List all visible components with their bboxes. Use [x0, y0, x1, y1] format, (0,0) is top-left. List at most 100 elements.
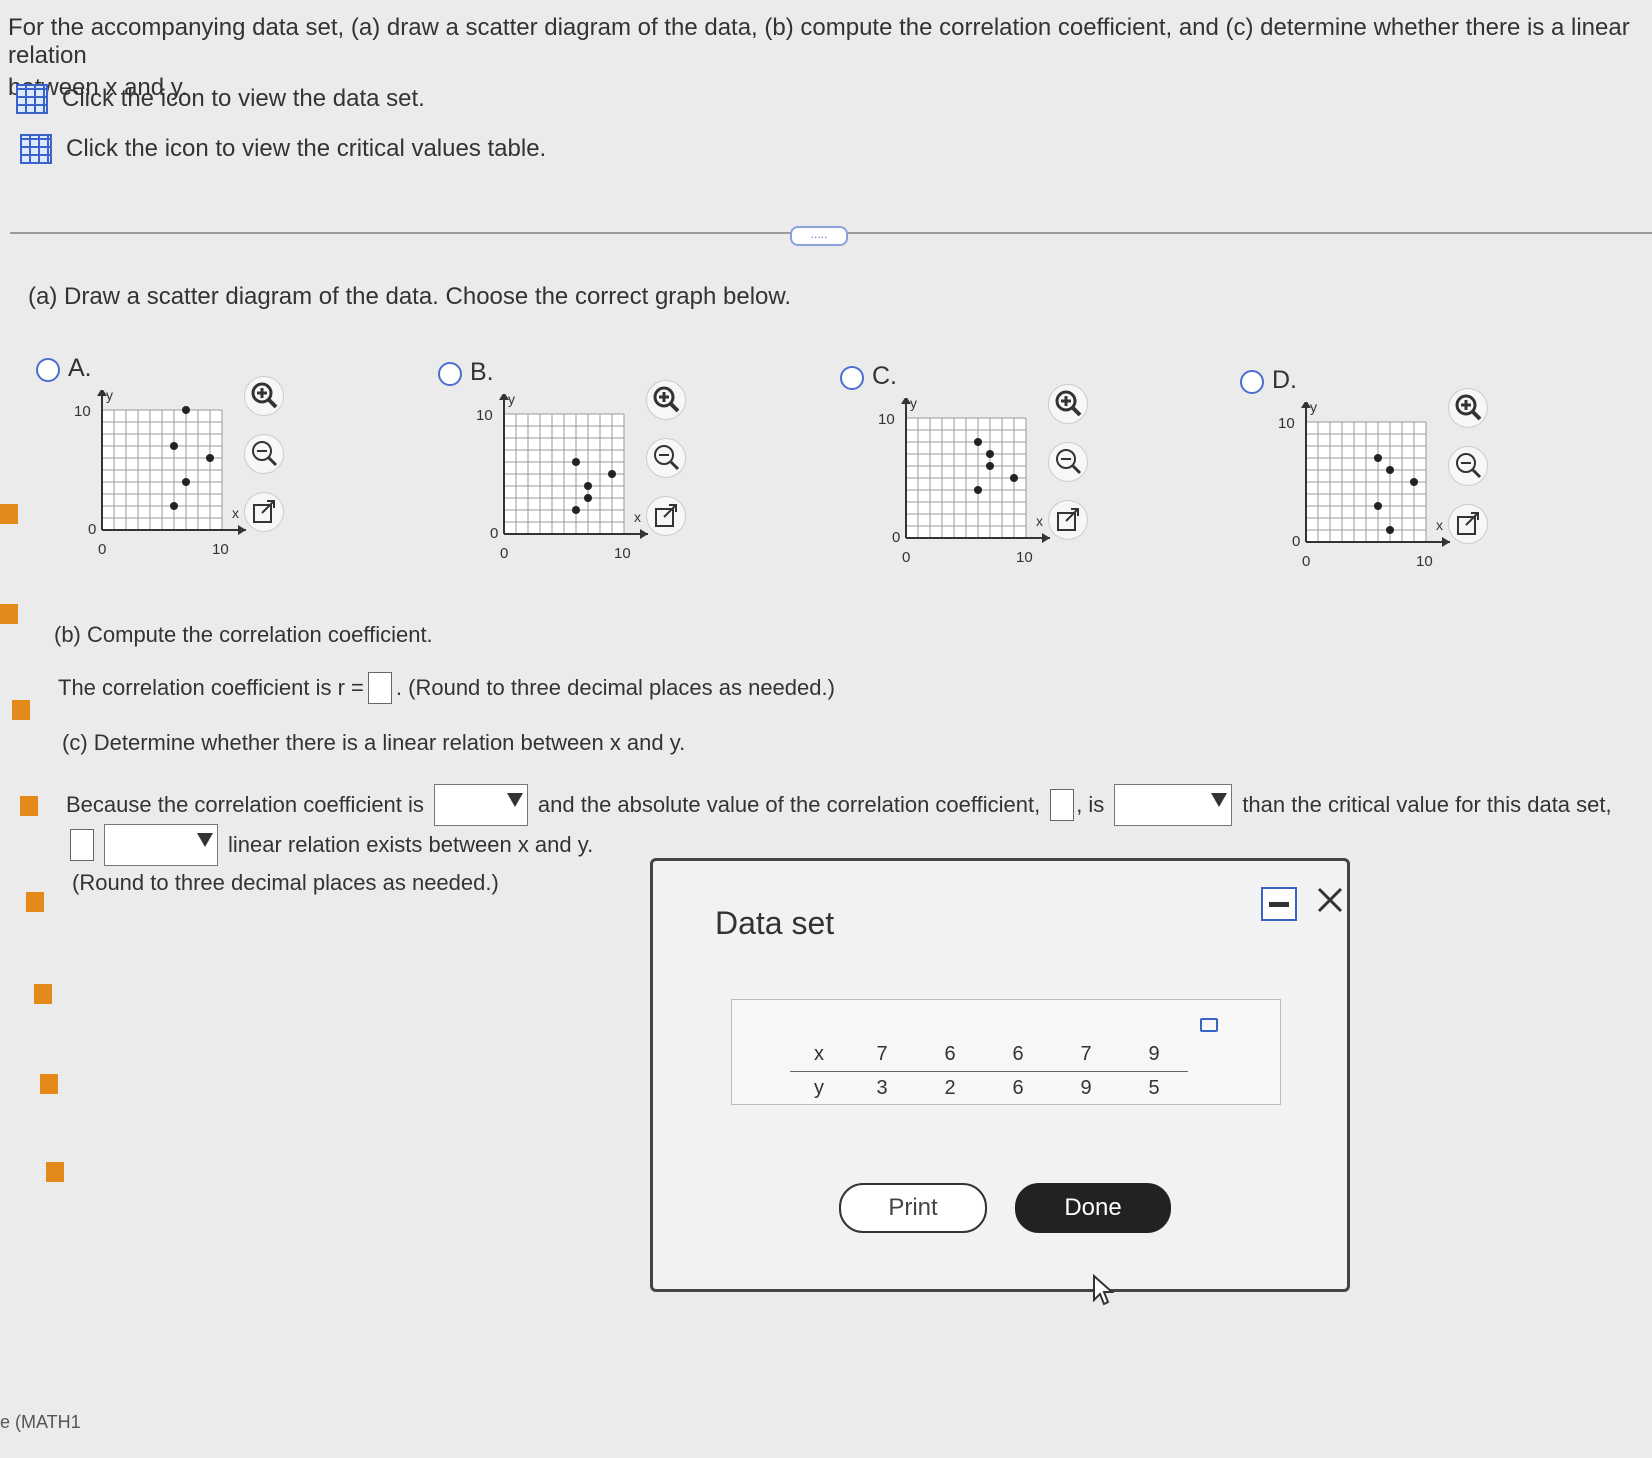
- scatter-plot: y 10 0 x 0 10: [878, 398, 1050, 566]
- scatter-plot: y 10 0 x 0 10: [1278, 402, 1450, 570]
- radio-button[interactable]: [438, 362, 462, 386]
- zoom-in-icon: [1455, 394, 1482, 421]
- dataset-link[interactable]: Click the icon to view the data set.: [16, 84, 425, 114]
- c-seg1: Because the correlation coefficient is: [66, 792, 424, 817]
- external-link-icon: [655, 504, 677, 527]
- y-axis-label: y: [910, 398, 917, 411]
- zoom-out-button[interactable]: [1048, 442, 1088, 482]
- option-label[interactable]: B.: [470, 358, 494, 387]
- close-button[interactable]: [1313, 883, 1347, 917]
- zoom-out-button[interactable]: [244, 434, 284, 474]
- option-a[interactable]: A. y 10 0 x 0 10: [36, 354, 396, 594]
- external-link-icon: [1457, 512, 1479, 535]
- scatter-point: [1410, 478, 1418, 486]
- round-note: (Round to three decimal places as needed…: [72, 870, 499, 895]
- zoom-in-button[interactable]: [1448, 388, 1488, 428]
- expand-handle[interactable]: .....: [790, 226, 848, 246]
- sign-dropdown[interactable]: [433, 784, 528, 826]
- r-suffix: . (Round to three decimal places as need…: [395, 675, 835, 700]
- done-button[interactable]: Done: [1015, 1183, 1171, 1233]
- scatter-point: [584, 482, 592, 490]
- external-link-icon: [253, 500, 275, 523]
- x-axis-label: x: [1036, 513, 1043, 529]
- scatter-plot: y 10 0 x 0 10: [74, 390, 246, 558]
- sidebar-marker: [26, 892, 44, 912]
- scatter-point: [986, 462, 994, 470]
- zoom-out-icon: [1456, 453, 1482, 479]
- option-label[interactable]: D.: [1272, 366, 1297, 395]
- y-tick-label: 10: [476, 407, 493, 424]
- c-seg2: and the absolute value of the correlatio…: [537, 792, 1041, 817]
- radio-button[interactable]: [36, 358, 60, 382]
- radio-button[interactable]: [840, 366, 864, 390]
- external-link-button[interactable]: [244, 492, 284, 532]
- option-d[interactable]: D. y 10 0 x 0 10: [1240, 366, 1600, 606]
- table-cell: 3: [876, 1077, 888, 1099]
- data-table-panel: x 7 6 6 7 9 y 3 2 6 9 5: [731, 999, 1281, 1105]
- table-icon[interactable]: [20, 134, 52, 164]
- c-seg3: , is: [1076, 792, 1105, 817]
- table-icon[interactable]: [16, 84, 48, 114]
- part-b-heading: (b) Compute the correlation coefficient.: [54, 622, 433, 647]
- chevron-down-icon: [1211, 793, 1228, 807]
- critical-value-input[interactable]: [70, 829, 94, 861]
- y-axis-label: y: [508, 394, 515, 407]
- x-tick-label: 0: [902, 549, 910, 566]
- scatter-point: [1374, 502, 1382, 510]
- data-set-dialog: Data set x 7 6 6 7 9 y 3 2 6 9 5 Print D…: [650, 858, 1350, 1292]
- scatter-point: [974, 486, 982, 494]
- x-tick-label: 10: [1416, 553, 1433, 570]
- minimize-button[interactable]: [1261, 887, 1297, 921]
- external-link-button[interactable]: [1048, 500, 1088, 540]
- comparison-dropdown[interactable]: [1114, 784, 1233, 826]
- sidebar-marker: [12, 700, 30, 720]
- x-tick-label: 0: [1302, 553, 1310, 570]
- zoom-out-icon: [252, 441, 278, 467]
- table-cell: 6: [1012, 1077, 1024, 1099]
- y-axis-label: y: [1310, 402, 1317, 415]
- y-axis-label: y: [106, 390, 113, 403]
- option-b[interactable]: B. y 10 0 x 0 10: [438, 358, 798, 598]
- print-button[interactable]: Print: [839, 1183, 987, 1233]
- critical-values-link[interactable]: Click the icon to view the critical valu…: [20, 134, 546, 164]
- table-cell: 9: [1120, 1038, 1188, 1072]
- zoom-in-button[interactable]: [244, 376, 284, 416]
- zoom-out-button[interactable]: [646, 438, 686, 478]
- option-label[interactable]: C.: [872, 362, 897, 391]
- x-header: x: [790, 1038, 848, 1072]
- existence-dropdown[interactable]: [104, 824, 218, 866]
- scatter-point: [182, 406, 190, 414]
- chevron-down-icon: [197, 833, 213, 847]
- scatter-point: [206, 454, 214, 462]
- sidebar-marker: [40, 1074, 58, 1094]
- x-axis-label: x: [634, 509, 641, 525]
- scatter-point: [572, 458, 580, 466]
- x-tick-label: 10: [212, 541, 229, 558]
- table-cell: 9: [1080, 1077, 1092, 1099]
- sidebar-marker: [46, 1162, 64, 1182]
- radio-button[interactable]: [1240, 370, 1264, 394]
- y-tick-label: 0: [892, 529, 900, 546]
- sidebar-marker: [34, 984, 52, 1004]
- scatter-point: [1386, 526, 1394, 534]
- sidebar-marker: [0, 604, 18, 624]
- external-link-icon: [1057, 508, 1079, 531]
- copy-icon[interactable]: [1200, 1018, 1218, 1032]
- zoom-out-button[interactable]: [1448, 446, 1488, 486]
- scatter-point: [170, 502, 178, 510]
- course-tag: e (MATH1: [0, 1412, 81, 1432]
- option-label[interactable]: A.: [68, 354, 92, 383]
- question-line-1: For the accompanying data set, (a) draw …: [8, 14, 1630, 69]
- option-c[interactable]: C. y 10 0 x 0 10: [840, 362, 1200, 602]
- external-link-button[interactable]: [1448, 504, 1488, 544]
- zoom-in-button[interactable]: [646, 380, 686, 420]
- r-input[interactable]: [367, 672, 392, 704]
- abs-r-input[interactable]: [1050, 789, 1075, 821]
- y-tick-label: 0: [490, 525, 498, 542]
- part-a-prompt: (a) Draw a scatter diagram of the data. …: [28, 283, 792, 310]
- external-link-button[interactable]: [646, 496, 686, 536]
- zoom-out-icon: [1056, 449, 1082, 475]
- y-tick-label: 0: [1292, 533, 1300, 550]
- table-cell: 2: [944, 1077, 956, 1099]
- zoom-in-button[interactable]: [1048, 384, 1088, 424]
